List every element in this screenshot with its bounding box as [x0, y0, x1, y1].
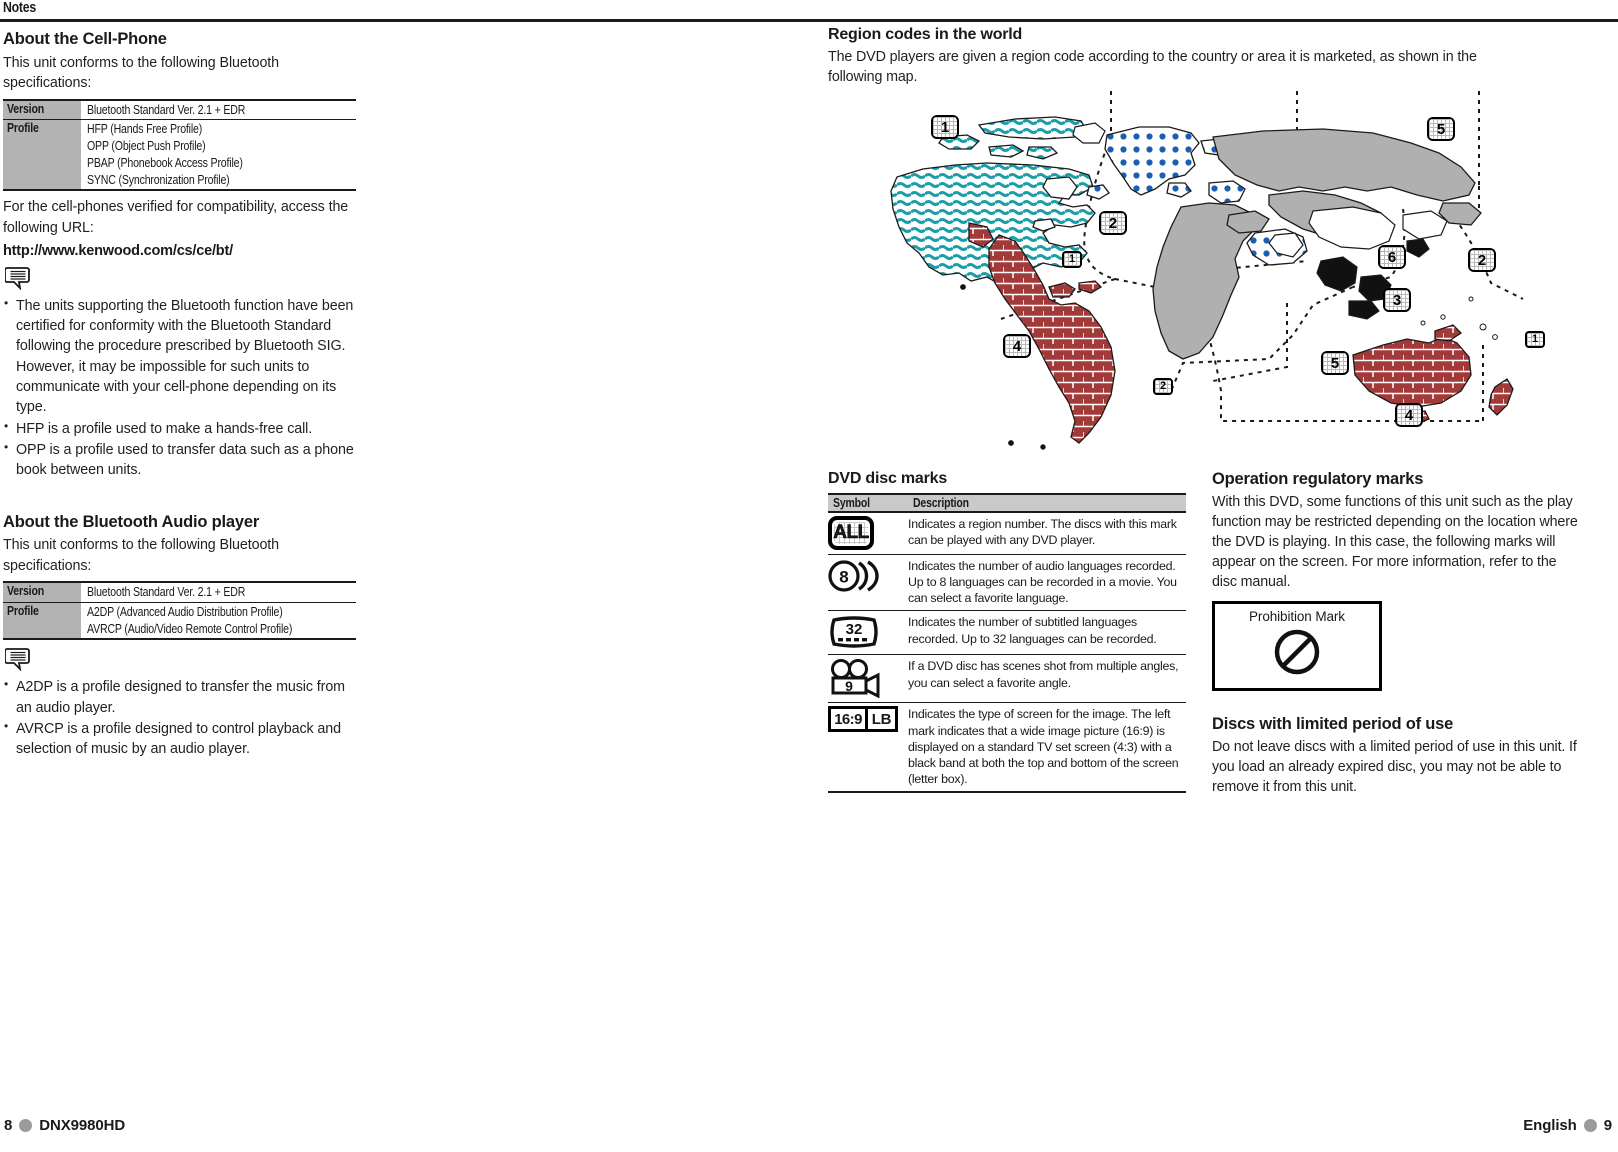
audio-player-intro: This unit conforms to the following Blue…: [3, 537, 280, 574]
limited-period-body: Do not leave discs with a limited period…: [1212, 739, 1577, 796]
footer-dot-icon: [1583, 1119, 1597, 1132]
heading-about-bluetooth-audio-player: About the Bluetooth Audio player: [3, 512, 260, 531]
map-region-badge-4-oceania: 4: [1395, 403, 1423, 428]
table-header-row: Symbol Description: [828, 493, 1186, 513]
dvd-disc-marks-table: Symbol Description ALL Indicates a regio…: [828, 493, 1186, 794]
prohibition-mark-box: Prohibition Mark: [1212, 601, 1382, 692]
table-row: 32 Indicates the number of subtitled lan…: [828, 610, 1186, 655]
note-speech-bubble-icon: [4, 647, 363, 676]
column-header-symbol: Symbol: [833, 496, 870, 510]
note-speech-bubble-icon: [4, 266, 363, 295]
list-item: The units supporting the Bluetooth funct…: [3, 295, 363, 418]
mark-description: Indicates the number of audio languages …: [908, 553, 1186, 611]
heading-about-cell-phone: About the Cell-Phone: [3, 30, 167, 48]
table-row: 9 If a DVD disc has scenes shot from mul…: [828, 654, 1186, 703]
dvd-disc-marks-section: DVD disc marks Symbol Description ALL In…: [828, 470, 1186, 794]
running-head-title: Notes: [3, 0, 36, 16]
prohibition-mark-label: Prohibition Mark: [1249, 609, 1345, 625]
world-region-map: 1 5 2 1 6 2 3 4 1 5 2 4: [883, 91, 1583, 451]
language-label: English: [1523, 1117, 1577, 1134]
aspect-ratio-169-label: 16:9: [834, 710, 862, 728]
spec-value: OPP (Object Push Profile): [87, 139, 206, 154]
spec-value: PBAP (Phonebook Access Profile): [87, 155, 243, 170]
spec-value: SYNC (Synchronization Profile): [87, 172, 230, 187]
map-region-badge-2-africa: 2: [1153, 378, 1173, 396]
table-row: ALL Indicates a region number. The discs…: [828, 511, 1186, 555]
svg-text:8: 8: [839, 568, 848, 587]
spec-value: Bluetooth Standard Ver. 2.1 + EDR: [87, 585, 246, 600]
footer-dot-icon: [19, 1119, 33, 1132]
footer-right: English 9: [1523, 1117, 1612, 1134]
subtitle-languages-icon: 32: [828, 614, 880, 650]
heading-dvd-disc-marks: DVD disc marks: [828, 470, 948, 487]
footer-left: 8 DNX9980HD: [4, 1117, 125, 1134]
region-all-icon: ALL: [828, 516, 874, 550]
cellphone-notes-list: The units supporting the Bluetooth funct…: [3, 295, 363, 481]
model-name: DNX9980HD: [39, 1117, 126, 1134]
mark-description: Indicates the type of screen for the ima…: [908, 702, 1186, 794]
audio-player-spec-table: Version Bluetooth Standard Ver. 2.1 + ED…: [3, 581, 356, 641]
map-region-badge-2: 2: [1099, 211, 1127, 236]
audio-languages-icon: 8: [828, 558, 886, 594]
audio-player-notes-list: A2DP is a profile designed to transfer t…: [3, 676, 363, 760]
table-row: 16:9 LB Indicates the type of screen for…: [828, 702, 1186, 794]
svg-text:9: 9: [845, 678, 853, 694]
cellphone-url-intro: For the cell-phones verified for compati…: [3, 199, 349, 236]
prohibition-icon: [1273, 628, 1321, 676]
map-region-badge-6: 6: [1378, 245, 1406, 270]
region-codes-intro: The DVD players are given a region code …: [828, 49, 1477, 86]
heading-region-codes: Region codes in the world: [828, 26, 1023, 43]
left-page-column: About the Cell-Phone This unit conforms …: [3, 30, 363, 760]
map-region-badge-1-small: 1: [1062, 251, 1082, 269]
list-item: OPP is a profile used to transfer data s…: [3, 439, 363, 481]
spec-value: Bluetooth Standard Ver. 2.1 + EDR: [87, 102, 246, 117]
map-region-badge-2-east: 2: [1468, 248, 1496, 273]
svg-text:32: 32: [846, 621, 863, 638]
table-row: Version Bluetooth Standard Ver. 2.1 + ED…: [3, 98, 356, 120]
running-head-rule: [0, 19, 1618, 22]
page-number-left: 8: [4, 1117, 13, 1134]
region-codes-section: Region codes in the world The DVD player…: [828, 26, 1588, 451]
table-row: Version Bluetooth Standard Ver. 2.1 + ED…: [3, 581, 356, 603]
limited-period-section: Discs with limited period of use Do not …: [1212, 715, 1584, 800]
table-row: Profile HFP (Hands Free Profile) OPP (Ob…: [3, 119, 356, 192]
map-region-badge-5: 5: [1427, 117, 1455, 142]
mark-description: Indicates the number of subtitled langua…: [908, 610, 1186, 655]
mark-description: If a DVD disc has scenes shot from multi…: [908, 654, 1186, 703]
map-region-badge-1-oceania: 1: [1525, 331, 1545, 349]
running-head: Notes: [0, 0, 1618, 24]
spec-value: HFP (Hands Free Profile): [87, 122, 203, 137]
table-row: 8 Indicates the number of audio language…: [828, 553, 1186, 611]
operation-regulatory-marks-section: Operation regulatory marks With this DVD…: [1212, 470, 1584, 692]
map-region-badge-5-indian: 5: [1321, 351, 1349, 376]
kenwood-bt-url[interactable]: http://www.kenwood.com/cs/ce/bt/: [3, 243, 363, 259]
table-row: Profile A2DP (Advanced Audio Distributio…: [3, 601, 356, 641]
cellphone-spec-table: Version Bluetooth Standard Ver. 2.1 + ED…: [3, 98, 356, 192]
map-region-badge-4: 4: [1003, 334, 1031, 359]
multi-angle-icon: 9: [828, 658, 882, 699]
heading-operation-regulatory-marks: Operation regulatory marks: [1212, 470, 1424, 488]
aspect-ratio-icon: 16:9 LB: [828, 706, 898, 733]
spec-value: AVRCP (Audio/Video Remote Control Profil…: [87, 621, 293, 636]
map-region-badge-3: 3: [1383, 288, 1411, 313]
spec-label: Profile: [7, 603, 39, 618]
letterbox-label: LB: [865, 709, 895, 730]
mark-description: Indicates a region number. The discs wit…: [908, 511, 1186, 555]
spec-label: Version: [7, 101, 45, 116]
map-region-badge-1: 1: [931, 115, 959, 140]
list-item: A2DP is a profile designed to transfer t…: [3, 676, 363, 718]
list-item: AVRCP is a profile designed to control p…: [3, 718, 363, 760]
spec-label: Version: [7, 584, 45, 599]
list-item: HFP is a profile used to make a hands-fr…: [3, 418, 363, 439]
page-number-right: 9: [1603, 1117, 1612, 1134]
column-header-description: Description: [913, 496, 969, 510]
cellphone-intro: This unit conforms to the following Blue…: [3, 54, 280, 92]
heading-limited-period: Discs with limited period of use: [1212, 715, 1454, 733]
operation-regulatory-body: With this DVD, some functions of this un…: [1212, 494, 1578, 591]
spec-value: A2DP (Advanced Audio Distribution Profil…: [87, 604, 283, 619]
spec-label: Profile: [7, 121, 39, 136]
